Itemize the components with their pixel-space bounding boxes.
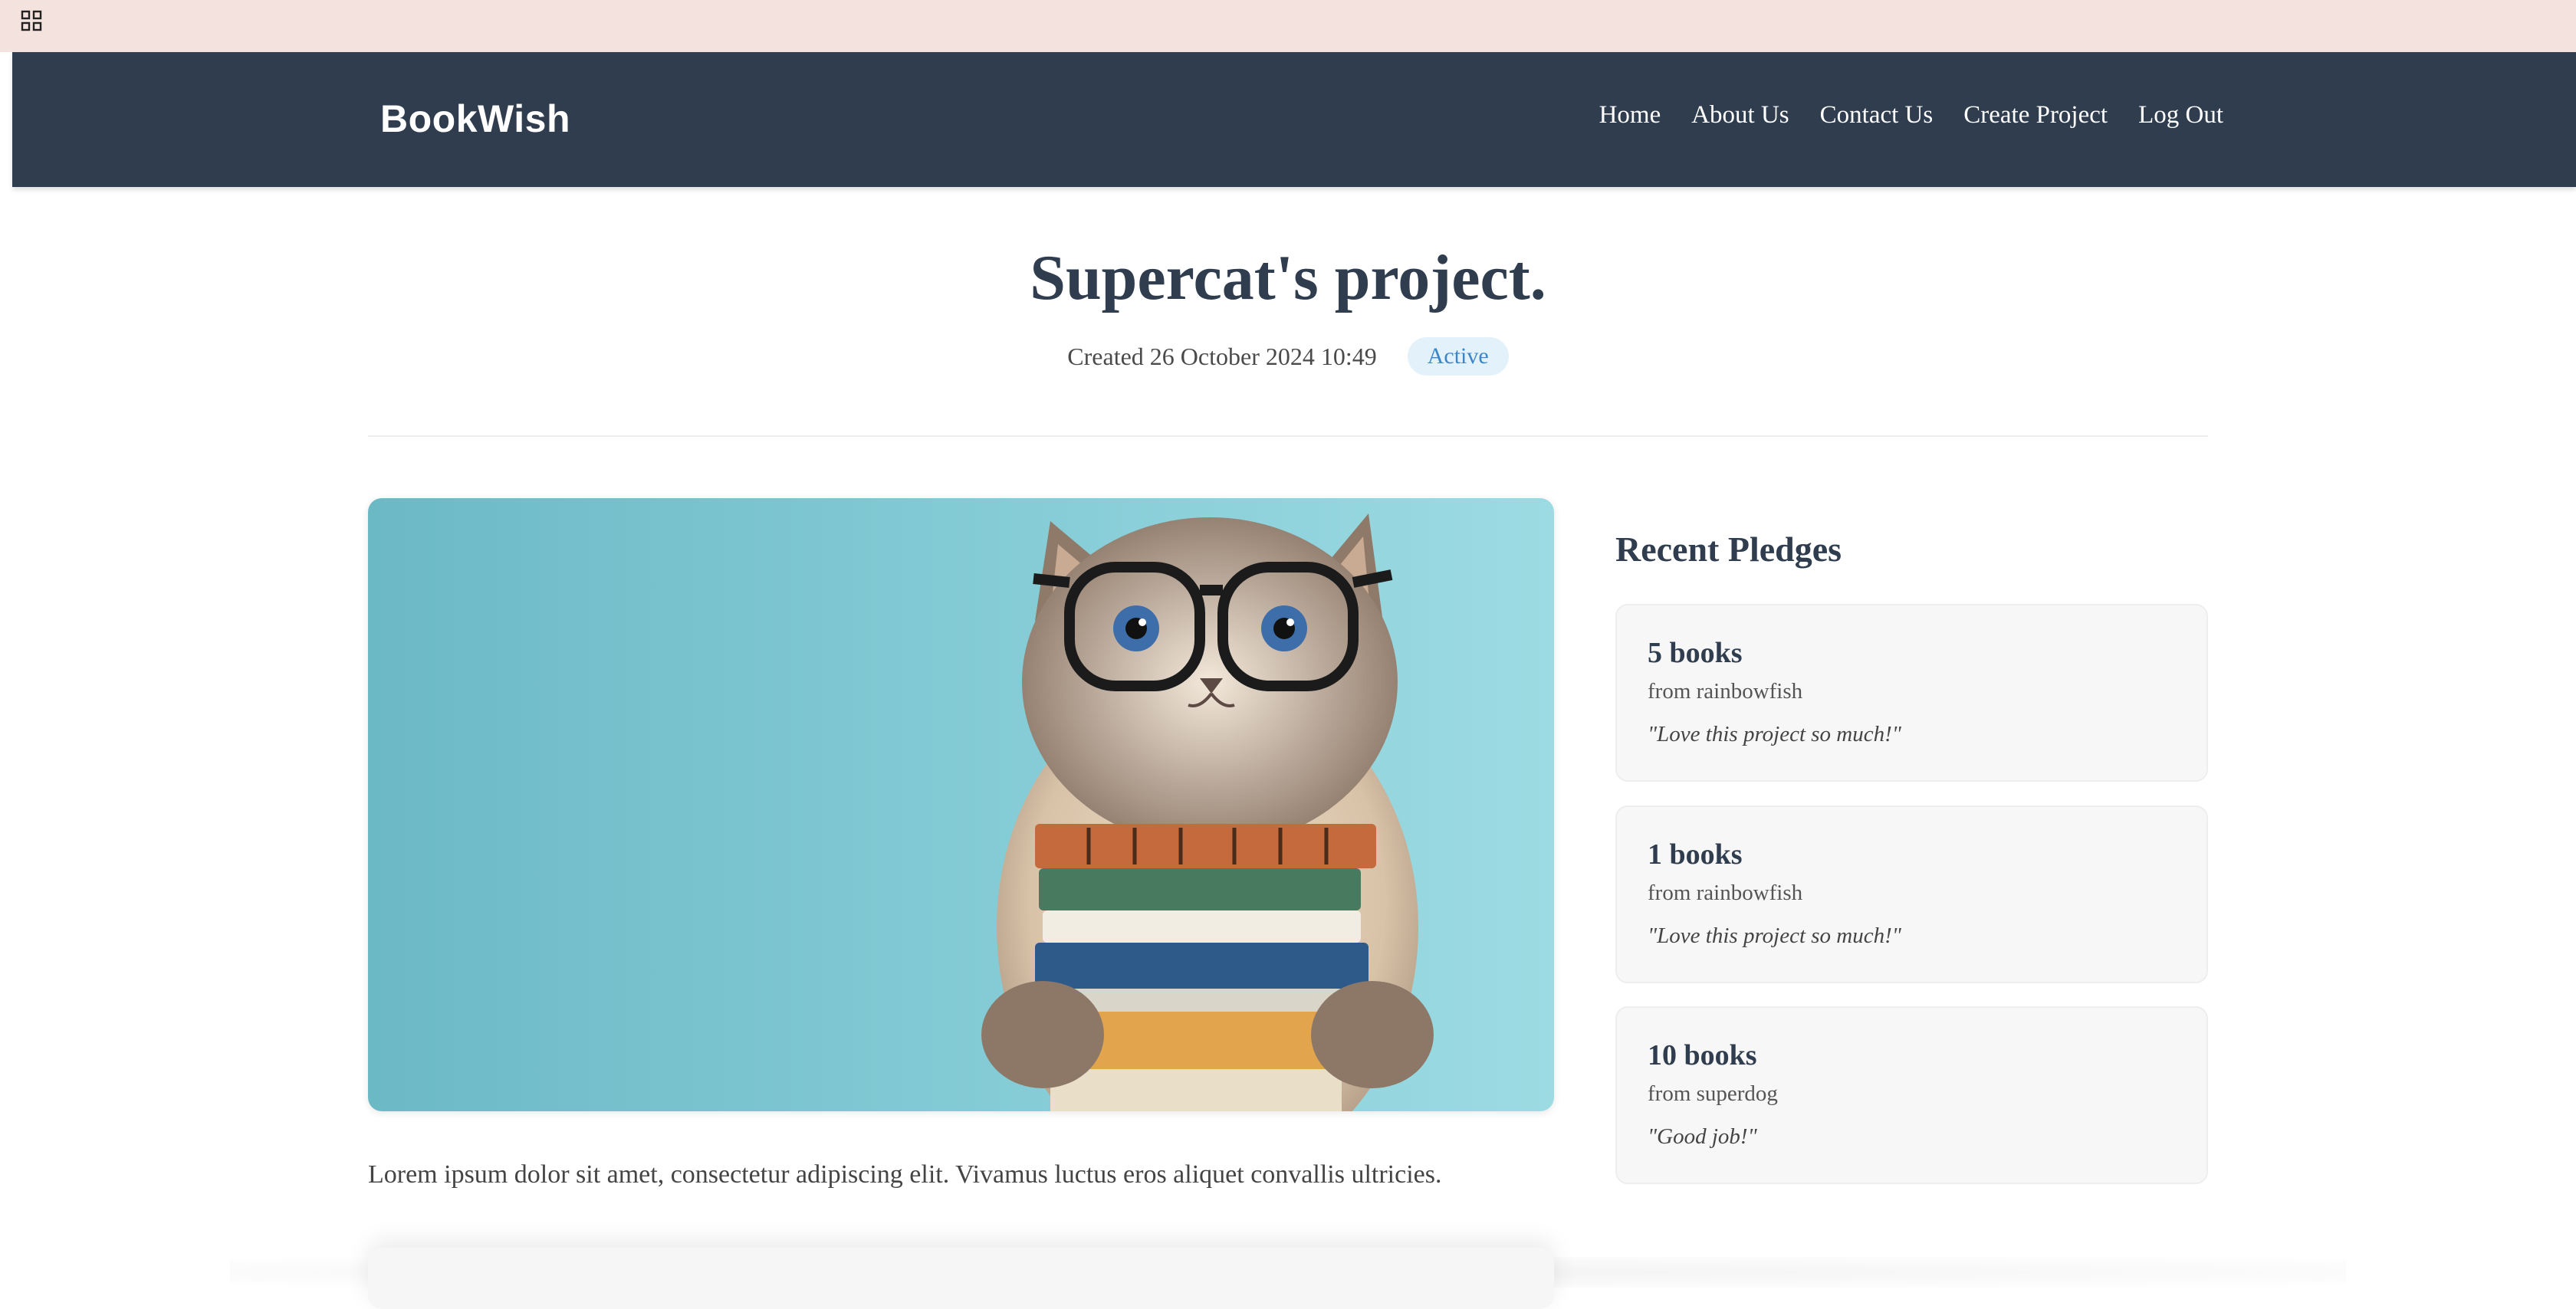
grid-icon[interactable] [20, 9, 43, 32]
nav-links: Home About Us Contact Us Create Project … [1599, 101, 2223, 130]
nav-about-link[interactable]: About Us [1691, 101, 1789, 130]
pledge-from: from superdog [1648, 1081, 1778, 1106]
project-title: Supercat's project. [1030, 242, 1546, 313]
nav-create-project-link[interactable]: Create Project [1963, 101, 2108, 130]
pledge-amount: 1 books [1648, 838, 1743, 871]
nav-contact-link[interactable]: Contact Us [1820, 101, 1934, 130]
header-divider [368, 435, 2208, 437]
pledge-amount: 5 books [1648, 637, 1743, 669]
pledge-amount: 10 books [1648, 1039, 1757, 1071]
left-rail [0, 52, 12, 1283]
navbar: BookWish Home About Us Contact Us Create… [12, 52, 2576, 187]
project-description: Lorem ipsum dolor sit amet, consectetur … [368, 1160, 1442, 1189]
pledge-from: from rainbowfish [1648, 679, 1803, 704]
status-badge: Active [1407, 337, 1509, 376]
pledge-card: 10 books from superdog "Good job!" [1615, 1006, 2208, 1184]
project-meta: Created 26 October 2024 10:49 Active [0, 337, 2576, 376]
pledge-card: 1 books from rainbowfish "Love this proj… [1615, 805, 2208, 983]
brand-logo[interactable]: BookWish [380, 97, 570, 141]
created-date: Created 26 October 2024 10:49 [1067, 342, 1377, 370]
bottom-card [368, 1248, 1554, 1309]
nav-home-link[interactable]: Home [1599, 101, 1661, 130]
cat-with-books-illustration [981, 513, 1434, 1111]
browser-top-strip [0, 0, 2576, 52]
pledge-from: from rainbowfish [1648, 881, 1803, 905]
nav-logout-link[interactable]: Log Out [2138, 101, 2223, 130]
pledge-card: 5 books from rainbowfish "Love this proj… [1615, 604, 2208, 782]
pledge-comment: "Good job!" [1648, 1124, 1757, 1149]
recent-pledges-heading: Recent Pledges [1615, 530, 1842, 569]
pledge-comment: "Love this project so much!" [1648, 924, 1901, 948]
pledge-comment: "Love this project so much!" [1648, 722, 1901, 746]
project-image [368, 498, 1554, 1111]
